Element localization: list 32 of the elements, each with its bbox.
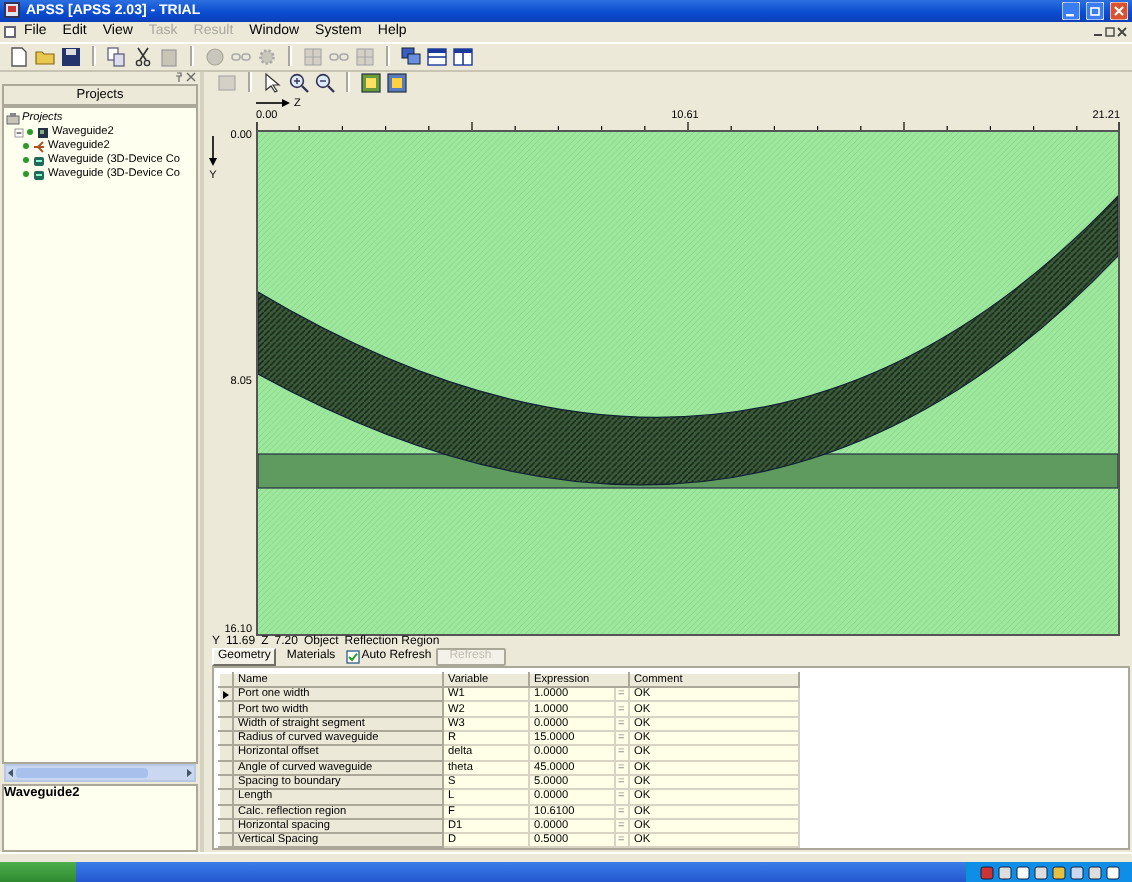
status-dot-icon bbox=[22, 142, 30, 151]
row-pointer-icon bbox=[222, 689, 230, 700]
scrollbar-thumb[interactable] bbox=[16, 768, 148, 779]
minimize-icon[interactable] bbox=[1062, 1, 1080, 20]
zoom-in-icon[interactable] bbox=[288, 71, 310, 94]
copy-icon[interactable] bbox=[106, 45, 128, 68]
columns-icon[interactable] bbox=[452, 45, 474, 68]
page-icon[interactable] bbox=[8, 45, 30, 68]
rows-icon[interactable] bbox=[426, 45, 448, 68]
windows-icon[interactable] bbox=[400, 45, 422, 68]
restore-icon[interactable] bbox=[1104, 25, 1116, 38]
y-axis-arrow-icon bbox=[208, 135, 218, 168]
pin-icon[interactable] bbox=[174, 71, 184, 82]
status-dot-icon bbox=[22, 156, 30, 165]
pointer-icon[interactable] bbox=[262, 71, 284, 94]
z-axis-arrow-icon bbox=[256, 98, 292, 109]
zoom-out-icon[interactable] bbox=[314, 71, 336, 94]
start-button[interactable] bbox=[0, 862, 76, 882]
scissors-icon[interactable] bbox=[132, 45, 154, 68]
fit-icon[interactable] bbox=[360, 71, 382, 94]
layers-icon[interactable] bbox=[386, 71, 408, 94]
close-icon[interactable] bbox=[186, 71, 196, 82]
folder-icon bbox=[6, 111, 20, 126]
close-icon[interactable] bbox=[1116, 25, 1128, 38]
cube-icon bbox=[36, 125, 50, 140]
status-dot-icon bbox=[22, 170, 30, 179]
app-icon bbox=[4, 2, 20, 19]
status-dot-icon bbox=[26, 128, 34, 137]
scroll-right-icon[interactable] bbox=[184, 768, 194, 779]
branch-icon bbox=[32, 139, 46, 154]
collapse-icon[interactable] bbox=[14, 127, 24, 138]
checkbox[interactable] bbox=[345, 649, 360, 664]
